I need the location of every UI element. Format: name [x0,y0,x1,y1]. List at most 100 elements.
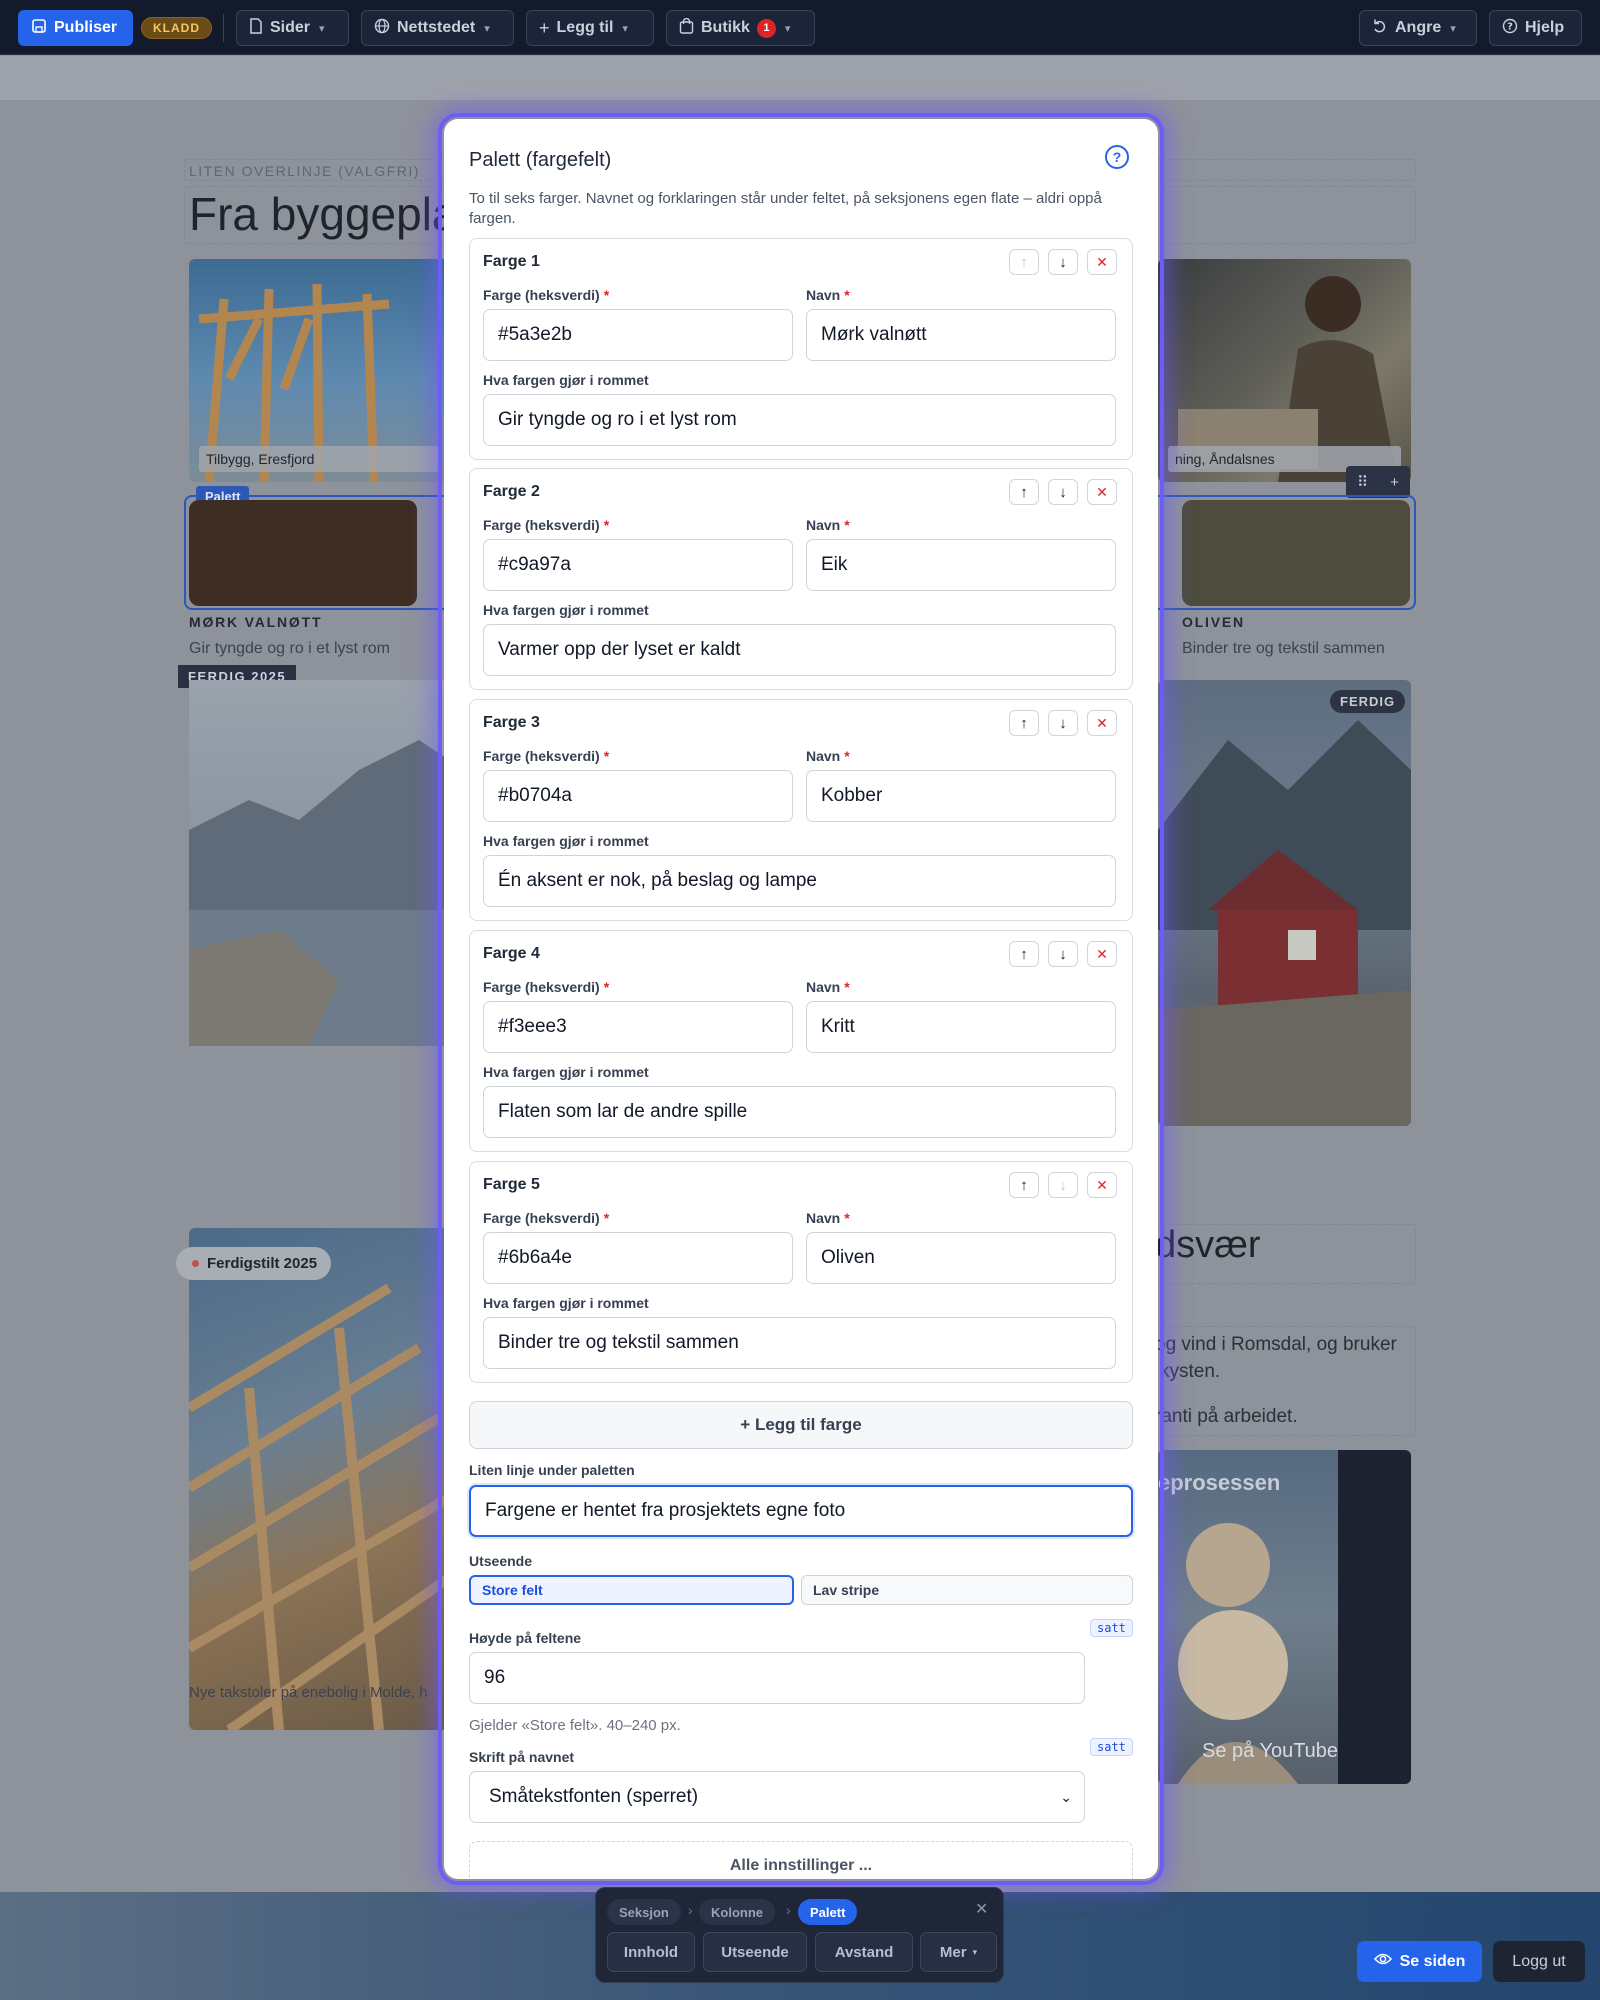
plus-icon[interactable]: + [1390,474,1399,491]
photo-craftsman[interactable]: ning, Åndalsnes [1158,259,1411,482]
photo-red-cabin[interactable]: FERDIG [1158,680,1411,1126]
site-menu-button[interactable]: Nettstedet ▾ [361,10,514,46]
description-label: Hva fargen gjør i rommet [483,833,649,849]
move-up-button[interactable]: ↑ [1009,1172,1039,1198]
close-icon: ✕ [1096,483,1108,500]
watch-on-youtube-link[interactable]: Se på YouTube [1202,1740,1338,1763]
more-menu-button[interactable]: Mer ▾ [920,1932,997,1972]
block-handle-toolbar[interactable]: ⠿ + [1346,466,1410,498]
photo-fjord[interactable] [189,680,449,1046]
photo-timber-frame[interactable]: Tilbygg, Eresfjord [189,259,449,482]
add-menu-button[interactable]: + Legg til ▾ [526,10,654,46]
remove-color-button[interactable]: ✕ [1087,479,1117,505]
undo-button[interactable]: Angre ▾ [1359,10,1477,46]
chevron-down-icon: ⌄ [1060,1788,1072,1805]
name-input[interactable]: Mørk valnøtt [806,309,1116,361]
photo-roof-trusses[interactable] [189,1228,449,1730]
view-site-button[interactable]: Se siden [1357,1941,1482,1982]
hex-input[interactable]: #f3eee3 [483,1001,793,1053]
color-card: Farge 2 ↑ ↓ ✕ Farge (heksverdi) * Navn * #c9a97a… [469,468,1133,690]
globe-icon [374,18,390,39]
hex-label-text: Farge (heksverdi) [483,748,600,764]
roof-trusses-image [189,1283,449,1730]
dialog-title: Palett (fargefelt) [469,149,612,171]
shop-menu-button[interactable]: Butikk 1 ▾ [666,10,815,46]
breadcrumb-palette[interactable]: Palett [798,1899,858,1925]
name-input[interactable]: Eik [806,539,1116,591]
remove-color-button[interactable]: ✕ [1087,1172,1117,1198]
status-tag: FERDIG [1330,690,1406,713]
breadcrumb-column[interactable]: Kolonne [699,1899,775,1925]
arrow-up-icon: ↑ [1020,714,1028,732]
name-label: Navn * [806,287,850,303]
move-up-button[interactable]: ↑ [1009,710,1039,736]
remove-color-button[interactable]: ✕ [1087,941,1117,967]
hex-input[interactable]: #5a3e2b [483,309,793,361]
description-input[interactable]: Varmer opp der lyset er kaldt [483,624,1116,676]
description-input[interactable]: Flaten som lar de andre spille [483,1086,1116,1138]
move-down-button[interactable]: ↓ [1048,1172,1078,1198]
page-icon [249,17,263,39]
hex-input[interactable]: #6b6a4e [483,1232,793,1284]
color-card: Farge 3 ↑ ↓ ✕ Farge (heksverdi) * Navn * #b0704a… [469,699,1133,921]
close-icon[interactable]: ✕ [975,1899,988,1919]
shopping-bag-icon [679,17,694,39]
swatch-name: MØRK VALNØTT [189,614,323,630]
close-icon: ✕ [1096,1176,1108,1193]
red-cabin-image [1158,720,1411,1126]
move-up-button[interactable]: ↑ [1009,941,1039,967]
hex-label: Farge (heksverdi) * [483,517,609,533]
description-input[interactable]: Én aksent er nok, på beslag og lampe [483,855,1116,907]
move-up-button[interactable]: ↑ [1009,249,1039,275]
appearance-option-stripe[interactable]: Lav stripe [801,1575,1133,1605]
add-color-button[interactable]: + Legg til farge [469,1401,1133,1449]
drag-handle-icon[interactable]: ⠿ [1357,473,1368,491]
view-site-label: Se siden [1399,1952,1466,1970]
tab-appearance[interactable]: Utseende [703,1932,807,1972]
remove-color-button[interactable]: ✕ [1087,710,1117,736]
color-card: Farge 4 ↑ ↓ ✕ Farge (heksverdi) * Navn * #f3eee3… [469,930,1133,1152]
help-circle-icon[interactable]: ? [1105,145,1129,169]
pages-menu-button[interactable]: Sider ▾ [236,10,349,46]
description-input[interactable]: Gir tyngde og ro i et lyst rom [483,394,1116,446]
tab-content[interactable]: Innhold [607,1932,695,1972]
hex-label-text: Farge (heksverdi) [483,979,600,995]
logout-button[interactable]: Logg ut [1493,1941,1585,1982]
cart-count-badge: 1 [756,18,776,38]
tab-spacing[interactable]: Avstand [815,1932,913,1972]
video-title: eprosessen [1158,1470,1281,1495]
move-down-button[interactable]: ↓ [1048,941,1078,967]
color-card-title: Farge 5 [483,1176,540,1193]
hex-input[interactable]: #c9a97a [483,539,793,591]
height-input[interactable]: 96 [469,1652,1085,1704]
name-input[interactable]: Oliven [806,1232,1116,1284]
all-settings-button[interactable]: Alle innstillinger ... [469,1841,1133,1879]
video-embed[interactable]: eprosessen Se på YouTube [1158,1450,1411,1784]
move-up-button[interactable]: ↑ [1009,479,1039,505]
section-heading: dsvær [1155,1224,1261,1266]
name-input[interactable]: Kobber [806,770,1116,822]
undo-icon [1372,18,1388,39]
appearance-option-large[interactable]: Store felt [469,1575,794,1605]
required-marker: * [603,517,610,533]
help-button[interactable]: ? Hjelp [1489,10,1582,46]
photo-caption: Tilbygg, Eresfjord [199,446,439,472]
move-down-button[interactable]: ↓ [1048,479,1078,505]
move-down-button[interactable]: ↓ [1048,249,1078,275]
hex-label: Farge (heksverdi) * [483,287,609,303]
move-down-button[interactable]: ↓ [1048,710,1078,736]
breadcrumb-section[interactable]: Seksjon [607,1899,681,1925]
site-label: Nettstedet [397,19,476,36]
publish-button[interactable]: Publiser [18,10,133,46]
hex-input[interactable]: #b0704a [483,770,793,822]
arrow-down-icon: ↓ [1059,253,1067,271]
description-label: Hva fargen gjør i rommet [483,1064,649,1080]
dialog-intro: To til seks farger. Navnet og forklaring… [469,190,1102,227]
body-text-line: ranti på arbeidet. [1155,1406,1298,1427]
arrow-up-icon: ↑ [1020,1176,1028,1194]
name-input[interactable]: Kritt [806,1001,1116,1053]
remove-color-button[interactable]: ✕ [1087,249,1117,275]
description-input[interactable]: Binder tre og tekstil sammen [483,1317,1116,1369]
font-select[interactable]: Småtekstfonten (sperret) ⌄ [469,1771,1085,1823]
caption-input[interactable]: Fargene er hentet fra prosjektets egne f… [469,1485,1133,1537]
